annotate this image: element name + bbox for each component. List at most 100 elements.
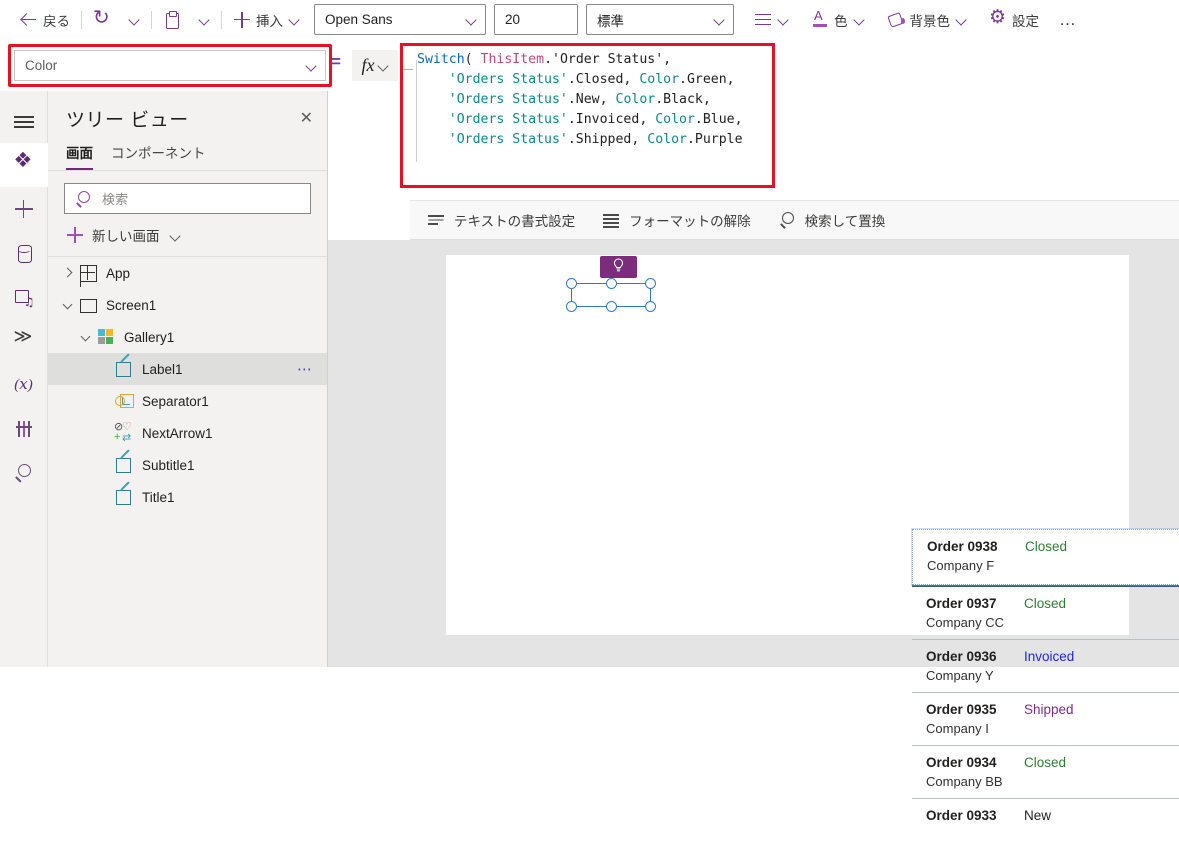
close-icon[interactable]: ✕ — [300, 110, 313, 127]
new-screen-button[interactable]: 新しい画面 — [48, 222, 327, 256]
resize-handle-sw[interactable] — [566, 301, 577, 312]
gallery-row[interactable]: Order 0935 Company I Shipped — [912, 693, 1179, 745]
back-button[interactable]: 戻る — [14, 5, 76, 35]
plus-icon — [233, 11, 251, 29]
tree-node-app[interactable]: App — [48, 257, 327, 289]
rail-menu-button[interactable] — [0, 99, 48, 143]
lightbulb-badge[interactable] — [600, 256, 637, 278]
screen-icon — [78, 296, 98, 314]
search-input[interactable]: 検索 — [64, 183, 311, 214]
paste-button[interactable] — [157, 5, 187, 35]
twisty-toggle[interactable] — [56, 301, 78, 310]
gallery-row[interactable]: Order 0938 Company F Closed — [911, 528, 1179, 586]
fx-button[interactable]: fx — [352, 50, 398, 81]
tree-node-screen1[interactable]: Screen1 — [48, 289, 327, 321]
next-arrow-icon: +⇄ — [114, 420, 134, 444]
font-weight-select[interactable]: 標準 — [586, 4, 734, 35]
clipboard-icon — [163, 10, 181, 29]
chevron-down-icon — [466, 14, 477, 25]
tree-view-panel: ツリー ビュー ✕ 画面 コンポーネント 検索 新しい画面 App Screen1… — [48, 91, 328, 667]
chevron-down-icon — [63, 301, 72, 310]
new-screen-label: 新しい画面 — [92, 229, 160, 244]
formula-token-thisitem: ThisItem — [480, 52, 545, 67]
chevron-down-icon — [170, 230, 181, 241]
order-status: Shipped — [1024, 702, 1074, 717]
find-replace-button[interactable]: 検索して置換 — [779, 210, 885, 230]
rail-insert-button[interactable] — [0, 187, 48, 231]
resize-handle-ne[interactable] — [645, 278, 656, 289]
divider — [151, 10, 152, 29]
tree-node-label: Screen1 — [106, 297, 157, 313]
font-name-value: Open Sans — [325, 12, 393, 27]
rail-search-button[interactable] — [0, 451, 48, 495]
settings-button[interactable]: 設定 — [983, 5, 1045, 35]
order-company: Company F — [927, 558, 995, 573]
formula-token-member-4: .Invoiced, — [567, 112, 656, 127]
fold-indicator[interactable] — [403, 69, 413, 70]
app-canvas[interactable]: Order 0938 Company F Closed Order 0937 Compa… — [446, 255, 1179, 823]
formula-token-order-status: .'Order Status', — [544, 52, 672, 67]
twisty-toggle[interactable] — [56, 269, 78, 278]
gallery-row[interactable]: Order 0933 New — [912, 799, 1179, 851]
order-status: Closed — [1025, 539, 1068, 554]
resize-handle-se[interactable] — [645, 301, 656, 312]
search-icon — [75, 190, 93, 208]
undo-dropdown[interactable] — [117, 5, 146, 35]
gallery-row[interactable]: Order 0934 Company BB Closed — [912, 746, 1179, 798]
overflow-button[interactable]: … — [1053, 5, 1083, 35]
search-icon — [13, 462, 35, 484]
font-color-button[interactable]: 色 — [805, 5, 871, 35]
order-title: Order 0935 — [926, 702, 997, 717]
tree-node-gallery1[interactable]: Gallery1 — [48, 321, 327, 353]
font-name-select[interactable]: Open Sans — [314, 4, 486, 35]
rail-data-button[interactable] — [0, 231, 48, 275]
gallery-control[interactable]: Order 0938 Company F Closed Order 0937 Compa… — [911, 528, 1179, 831]
rail-tests-button[interactable] — [0, 407, 48, 451]
rail-tree-view-button[interactable] — [0, 143, 48, 187]
paste-dropdown[interactable] — [187, 5, 216, 35]
resize-handle-n[interactable] — [606, 278, 617, 289]
tree-node-nextarrow1[interactable]: +⇄ NextArrow1 — [48, 417, 327, 449]
rail-variables-button[interactable]: (𝑥) — [0, 363, 48, 407]
formula-token-enum-2: 'Orders Status' — [448, 72, 568, 87]
selection-adorner[interactable] — [566, 278, 656, 312]
tree-node-label: Title1 — [142, 489, 175, 505]
twisty-toggle[interactable] — [74, 333, 96, 342]
rail-media-button[interactable] — [0, 275, 48, 319]
tree-node-subtitle1[interactable]: Subtitle1 — [48, 449, 327, 481]
order-company: Company Y — [926, 668, 994, 683]
clear-format-button[interactable]: フォーマットの解除 — [603, 210, 751, 230]
formula-token-enum-3: 'Orders Status' — [448, 92, 568, 107]
chevron-down-icon — [854, 14, 865, 25]
insert-button[interactable]: 挿入 — [227, 5, 306, 35]
tab-components[interactable]: コンポーネント — [111, 142, 206, 170]
property-select[interactable]: Color — [14, 50, 326, 81]
gallery-row[interactable]: Order 0937 Company CC Closed — [912, 587, 1179, 639]
format-text-button[interactable]: テキストの書式設定 — [428, 210, 575, 230]
gallery-row[interactable]: Order 0936 Company Y Invoiced — [912, 640, 1179, 692]
rail-flows-button[interactable] — [0, 319, 48, 363]
undo-button[interactable] — [87, 5, 117, 35]
tree-node-more-button[interactable]: ⋯ — [297, 360, 313, 378]
chevron-down-icon — [81, 333, 90, 342]
order-title: Order 0938 — [927, 539, 998, 554]
formula-token-colorvalue-4: .Blue, — [694, 112, 743, 127]
background-color-button[interactable]: 背景色 — [881, 5, 974, 35]
font-size-select[interactable]: 20 — [494, 4, 578, 35]
tree-view-tabs: 画面 コンポーネント — [48, 142, 327, 170]
fill-bucket-icon — [887, 11, 905, 29]
align-button[interactable] — [748, 5, 795, 35]
tree-node-separator1[interactable]: Separator1 — [48, 385, 327, 417]
formula-token-color-3: Color — [615, 92, 656, 107]
tree-node-title1[interactable]: Title1 — [48, 481, 327, 513]
test-studio-icon — [13, 418, 35, 440]
formula-editor[interactable]: Switch( ThisItem.'Order Status', 'Orders… — [403, 46, 772, 185]
tab-screens[interactable]: 画面 — [66, 142, 93, 170]
resize-handle-nw[interactable] — [566, 278, 577, 289]
tree-node-label1[interactable]: Label1 ⋯ — [48, 353, 327, 385]
formula-code[interactable]: Switch( ThisItem.'Order Status', 'Orders… — [417, 50, 772, 150]
order-title: Order 0937 — [926, 596, 997, 611]
chevron-down-icon — [129, 14, 140, 25]
resize-handle-s[interactable] — [606, 301, 617, 312]
layers-icon — [13, 148, 35, 176]
